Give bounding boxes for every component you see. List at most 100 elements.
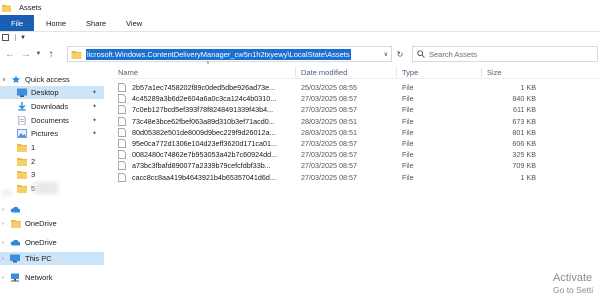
address-bar[interactable]: licrosoft.Windows.ContentDeliveryManager… bbox=[67, 46, 392, 62]
tab-home[interactable]: Home bbox=[36, 15, 76, 31]
file-icon bbox=[118, 116, 126, 126]
sidebar-item-onedrive[interactable]: › OneDrive bbox=[0, 236, 104, 249]
sidebar-item-this-pc[interactable]: › This PC bbox=[0, 252, 104, 265]
pin-icon[interactable]: ✦ bbox=[92, 89, 97, 96]
file-row[interactable]: 0082480c74862e7b953053a42b7c60924dd... 2… bbox=[112, 149, 600, 160]
file-size: 606 KB bbox=[512, 139, 536, 149]
watermark-line-2: Go to Setti bbox=[553, 285, 594, 295]
sidebar-item-network[interactable]: › Network bbox=[0, 271, 104, 284]
file-name: 4c45289a3b6d2e604a6a0c3ca124c4b0310... bbox=[132, 94, 277, 104]
sidebar-item-documents[interactable]: Documents ✦ bbox=[0, 114, 104, 127]
pin-icon[interactable]: ✦ bbox=[92, 130, 97, 137]
tab-view[interactable]: View bbox=[116, 15, 152, 31]
column-date-modified[interactable]: Date modified bbox=[301, 67, 347, 78]
column-divider[interactable] bbox=[295, 68, 296, 77]
forward-arrow-icon[interactable]: → bbox=[20, 47, 32, 61]
file-name: 95e0ca772d1306e104d23eff3620d171ca01... bbox=[132, 139, 277, 149]
sidebar-item-downloads[interactable]: Downloads ✦ bbox=[0, 100, 104, 113]
chevron-down-icon[interactable]: ∨ bbox=[2, 77, 6, 83]
address-path[interactable]: licrosoft.Windows.ContentDeliveryManager… bbox=[86, 48, 351, 60]
tab-share[interactable]: Share bbox=[76, 15, 116, 31]
search-box[interactable] bbox=[412, 46, 598, 62]
sidebar-item-label: 1 bbox=[31, 143, 36, 152]
file-name: 73c48e3bce62fbef063a89d310b3ef71acd0... bbox=[132, 116, 275, 126]
file-size: 325 KB bbox=[512, 150, 536, 160]
search-input[interactable] bbox=[429, 49, 589, 59]
file-name: 0082480c74862e7b953053a42b7c60924dd... bbox=[132, 150, 278, 160]
file-icon bbox=[118, 161, 126, 171]
chevron-right-icon[interactable]: › bbox=[2, 275, 4, 281]
file-date: 25/03/2025 08:55 bbox=[301, 83, 357, 93]
column-name[interactable]: Name bbox=[118, 67, 138, 78]
file-type: File bbox=[402, 127, 414, 137]
computer-icon bbox=[10, 254, 20, 263]
file-type: File bbox=[402, 116, 414, 126]
chevron-down-icon[interactable]: ▼ bbox=[34, 47, 43, 61]
navigation-bar: ← → ▼ ↑ licrosoft.Windows.ContentDeliver… bbox=[0, 44, 600, 64]
search-icon bbox=[417, 50, 425, 58]
chevron-right-icon[interactable]: › bbox=[2, 256, 4, 262]
sidebar-item-label: Quick access bbox=[25, 75, 70, 84]
sidebar-item-pictures[interactable]: Pictures ✦ bbox=[0, 127, 104, 140]
file-row[interactable]: a73bc3fbafd890077a2339b79cefcfdbf33b... … bbox=[112, 160, 600, 171]
file-type: File bbox=[402, 161, 414, 171]
file-icon bbox=[118, 172, 126, 182]
sidebar-item-onedrive-personal[interactable]: › bbox=[0, 203, 104, 216]
pin-icon[interactable]: ✦ bbox=[92, 117, 97, 124]
chevron-right-icon[interactable]: › bbox=[2, 221, 4, 227]
file-date: 28/03/2025 08:51 bbox=[301, 127, 357, 137]
file-row[interactable]: 7c0eb127bcd5ef393f78f8248491339f43b4... … bbox=[112, 104, 600, 115]
sidebar-item-desktop[interactable]: Desktop ✦ bbox=[0, 86, 104, 99]
chevron-right-icon[interactable]: › bbox=[2, 240, 4, 246]
network-icon bbox=[11, 273, 19, 282]
redacted-region bbox=[2, 190, 12, 196]
up-arrow-icon[interactable]: ↑ bbox=[45, 47, 57, 61]
column-type[interactable]: Type bbox=[402, 67, 418, 78]
sidebar-item-label: Desktop bbox=[31, 88, 59, 97]
column-divider[interactable] bbox=[481, 68, 482, 77]
chevron-down-icon[interactable]: ▼ bbox=[20, 35, 26, 41]
file-date: 27/03/2025 08:57 bbox=[301, 161, 357, 171]
file-row[interactable]: cacc8cc8aa419b4643921b4b65357041d6d... 2… bbox=[112, 172, 600, 183]
file-row[interactable]: 95e0ca772d1306e104d23eff3620d171ca01... … bbox=[112, 138, 600, 149]
file-size: 611 KB bbox=[512, 105, 536, 115]
folder-icon bbox=[11, 220, 21, 228]
file-name: 7c0eb127bcd5ef393f78f8248491339f43b4... bbox=[132, 105, 274, 115]
file-type: File bbox=[402, 172, 414, 182]
file-row[interactable]: 73c48e3bce62fbef063a89d310b3ef71acd0... … bbox=[112, 116, 600, 127]
cloud-icon bbox=[10, 206, 20, 213]
title-bar: Assets bbox=[0, 0, 600, 15]
sidebar-item-folder-3[interactable]: 3 bbox=[0, 168, 104, 181]
chevron-right-icon[interactable]: › bbox=[2, 207, 4, 213]
file-row[interactable]: 4c45289a3b6d2e604a6a0c3ca124c4b0310... 2… bbox=[112, 93, 600, 104]
sidebar-item-label: 2 bbox=[31, 157, 36, 166]
sidebar-item-quick-access[interactable]: ∨ Quick access bbox=[0, 73, 104, 86]
file-row[interactable]: 2b57a1ec7458202f89c0ded5dbe926ad73e... 2… bbox=[112, 82, 600, 93]
column-divider[interactable] bbox=[396, 68, 397, 77]
file-date: 27/03/2025 08:57 bbox=[301, 172, 357, 182]
sidebar-item-onedrive-folder[interactable]: › OneDrive bbox=[0, 217, 104, 230]
file-icon bbox=[118, 105, 126, 115]
desktop-icon bbox=[17, 88, 27, 97]
column-size[interactable]: Size bbox=[487, 67, 502, 78]
sidebar-item-folder-1[interactable]: 1 bbox=[0, 141, 104, 154]
column-header: Name Date modified Type Size bbox=[112, 66, 600, 79]
file-date: 27/03/2025 08:57 bbox=[301, 139, 357, 149]
file-row[interactable]: 80d05382e501de8009d9bec229f9d26012a... 2… bbox=[112, 127, 600, 138]
file-date: 27/03/2025 08:57 bbox=[301, 150, 357, 160]
file-size: 1 KB bbox=[520, 172, 536, 182]
pin-icon[interactable]: ✦ bbox=[92, 103, 97, 110]
back-arrow-icon[interactable]: ← bbox=[4, 47, 16, 61]
file-name: 2b57a1ec7458202f89c0ded5dbe926ad73e... bbox=[132, 83, 276, 93]
file-name: a73bc3fbafd890077a2339b79cefcfdbf33b... bbox=[132, 161, 271, 171]
file-size: 673 KB bbox=[512, 116, 536, 126]
tab-file[interactable]: File bbox=[0, 15, 34, 31]
sidebar-item-folder-2[interactable]: 2 bbox=[0, 155, 104, 168]
sidebar-item-label: Documents bbox=[31, 116, 69, 125]
file-type: File bbox=[402, 139, 414, 149]
ribbon-tabs: File Home Share View bbox=[0, 15, 600, 32]
file-size: 709 KB bbox=[512, 161, 536, 171]
chevron-down-icon[interactable]: ∨ bbox=[384, 51, 388, 58]
checkbox-icon[interactable] bbox=[2, 34, 9, 41]
refresh-icon[interactable]: ↻ bbox=[394, 47, 406, 61]
